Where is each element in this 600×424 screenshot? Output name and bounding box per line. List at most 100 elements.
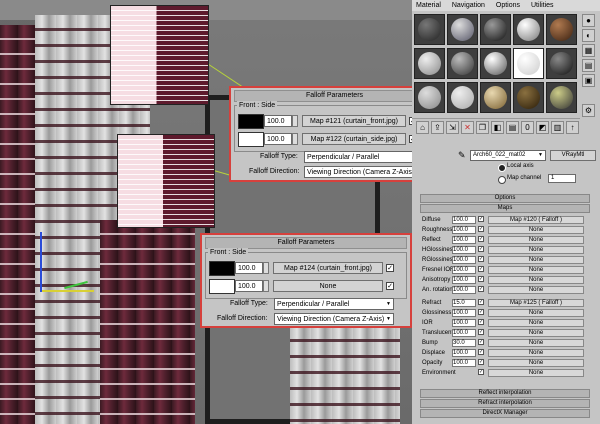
map-amount[interactable]: 100.0 — [452, 359, 476, 367]
map-channel-radio[interactable] — [498, 176, 506, 184]
falloff-type-dropdown[interactable]: Perpendicular / Parallel — [304, 151, 422, 163]
map-enable-checkbox[interactable]: ✓ — [478, 359, 484, 365]
spinner-arrows[interactable] — [292, 115, 298, 127]
falloff-direction-dropdown[interactable]: Viewing Direction (Camera Z-Axis) — [304, 166, 422, 178]
map-amount[interactable]: 100.0 — [452, 266, 476, 274]
assign-material-icon[interactable]: ⇲ — [446, 121, 459, 134]
sample-slot[interactable] — [447, 48, 478, 79]
front-map-checkbox[interactable]: ✓ — [386, 264, 394, 272]
copy-material-icon[interactable]: ❐ — [476, 121, 489, 134]
map-slot-button[interactable]: Map #125 ( Falloff ) — [488, 299, 584, 307]
sample-slot[interactable] — [480, 14, 511, 45]
put-to-scene-icon[interactable]: ⇪ — [431, 121, 444, 134]
map-slot-button[interactable]: None — [488, 319, 584, 327]
map-slot-button[interactable]: None — [488, 359, 584, 367]
map-enable-checkbox[interactable]: ✓ — [478, 319, 484, 325]
map-enable-checkbox[interactable]: ✓ — [478, 299, 484, 305]
side-color-swatch[interactable] — [209, 279, 235, 294]
map-slot-button[interactable]: None — [488, 226, 584, 234]
map-slot-button[interactable]: None — [488, 286, 584, 294]
map-channel-spinner[interactable]: 1 — [548, 174, 576, 183]
sample-slot[interactable] — [414, 48, 445, 79]
material-id-icon[interactable]: 0 — [521, 121, 534, 134]
material-type-button[interactable]: VRayMtl — [550, 150, 596, 161]
side-amount-spinner[interactable]: 100.0 — [264, 133, 292, 145]
map-enable-checkbox[interactable]: ✓ — [478, 276, 484, 282]
map-amount[interactable]: 100.0 — [452, 226, 476, 234]
map-enable-checkbox[interactable]: ✓ — [478, 309, 484, 315]
map-slot-button[interactable]: None — [488, 339, 584, 347]
spinner-arrows[interactable] — [263, 262, 269, 274]
menu-options[interactable]: Options — [496, 2, 520, 9]
map-slot-button[interactable]: None — [488, 329, 584, 337]
map-enable-checkbox[interactable]: ✓ — [478, 369, 484, 375]
front-map-button[interactable]: Map #124 (curtain_front.jpg) — [273, 262, 383, 274]
front-map-button[interactable]: Map #121 (curtain_front.jpg) — [302, 115, 406, 127]
reset-map-icon[interactable]: ✕ — [461, 121, 474, 134]
falloff-type-dropdown[interactable]: Perpendicular / Parallel — [274, 298, 394, 310]
get-material-icon[interactable]: ⌂ — [416, 121, 429, 134]
side-color-swatch[interactable] — [238, 132, 264, 147]
sample-slot[interactable] — [513, 48, 544, 79]
show-map-icon[interactable]: ◩ — [536, 121, 549, 134]
sample-slot[interactable] — [546, 48, 577, 79]
sample-slot[interactable] — [414, 82, 445, 113]
rollout-refract-interpolation[interactable]: Refract interpolation — [420, 399, 590, 408]
map-enable-checkbox[interactable]: ✓ — [478, 256, 484, 262]
sample-slot[interactable] — [546, 14, 577, 45]
sample-slot[interactable] — [480, 48, 511, 79]
map-amount[interactable]: 30.0 — [452, 339, 476, 347]
sample-slot[interactable] — [447, 82, 478, 113]
menu-utilities[interactable]: Utilities — [531, 2, 554, 9]
front-amount-spinner[interactable]: 100.0 — [235, 262, 263, 274]
map-slot-button[interactable]: None — [488, 236, 584, 244]
map-enable-checkbox[interactable]: ✓ — [478, 349, 484, 355]
eyedropper-icon[interactable]: ✎ — [458, 150, 468, 160]
make-unique-icon[interactable]: ◧ — [491, 121, 504, 134]
map-slot-button[interactable]: None — [488, 256, 584, 264]
map-amount[interactable]: 15.0 — [452, 299, 476, 307]
go-to-parent-icon[interactable]: ↑ — [566, 121, 579, 134]
sample-slot[interactable] — [414, 14, 445, 45]
show-end-result-icon[interactable]: ▥ — [551, 121, 564, 134]
map-amount[interactable]: 100.0 — [452, 329, 476, 337]
map-enable-checkbox[interactable]: ✓ — [478, 216, 484, 222]
sample-slot[interactable] — [447, 14, 478, 45]
falloff-direction-dropdown[interactable]: Viewing Direction (Camera Z-Axis) — [274, 313, 394, 325]
front-color-swatch[interactable] — [209, 261, 235, 276]
map-enable-checkbox[interactable]: ✓ — [478, 236, 484, 242]
side-map-button[interactable]: Map #122 (curtain_side.jpg) — [302, 133, 406, 145]
rollout-directx-manager[interactable]: DirectX Manager — [420, 409, 590, 418]
map-enable-checkbox[interactable]: ✓ — [478, 329, 484, 335]
backlight-icon[interactable]: ◐ — [582, 29, 595, 42]
map-enable-checkbox[interactable]: ✓ — [478, 339, 484, 345]
map-amount[interactable]: 100.0 — [452, 236, 476, 244]
map-slot-button[interactable]: None — [488, 309, 584, 317]
map-slot-button[interactable]: None — [488, 349, 584, 357]
sample-type-icon[interactable]: ● — [582, 14, 595, 27]
rollout-maps[interactable]: Maps — [420, 204, 590, 213]
map-slot-button[interactable]: Map #120 ( Falloff ) — [488, 216, 584, 224]
sample-slot[interactable] — [513, 14, 544, 45]
spinner-arrows[interactable] — [263, 280, 269, 292]
rollout-options[interactable]: Options — [420, 194, 590, 203]
map-amount[interactable]: 100.0 — [452, 309, 476, 317]
side-map-checkbox[interactable]: ✓ — [386, 282, 394, 290]
rollout-reflect-interpolation[interactable]: Reflect interpolation — [420, 389, 590, 398]
map-enable-checkbox[interactable]: ✓ — [478, 286, 484, 292]
background-icon[interactable]: ▦ — [582, 44, 595, 57]
map-amount[interactable]: 100.0 — [452, 286, 476, 294]
map-slot-button[interactable]: None — [488, 246, 584, 254]
map-slot-button[interactable]: None — [488, 369, 584, 377]
side-amount-spinner[interactable]: 100.0 — [235, 280, 263, 292]
material-name-field[interactable]: Arch60_022_mat02 — [470, 150, 546, 161]
map-amount[interactable]: 100.0 — [452, 246, 476, 254]
sample-slot[interactable] — [546, 82, 577, 113]
map-slot-button[interactable]: None — [488, 276, 584, 284]
map-enable-checkbox[interactable]: ✓ — [478, 266, 484, 272]
side-map-button[interactable]: None — [273, 280, 383, 292]
menu-material[interactable]: Material — [416, 2, 441, 9]
map-amount[interactable]: 100.0 — [452, 216, 476, 224]
front-amount-spinner[interactable]: 100.0 — [264, 115, 292, 127]
map-amount[interactable]: 100.0 — [452, 319, 476, 327]
